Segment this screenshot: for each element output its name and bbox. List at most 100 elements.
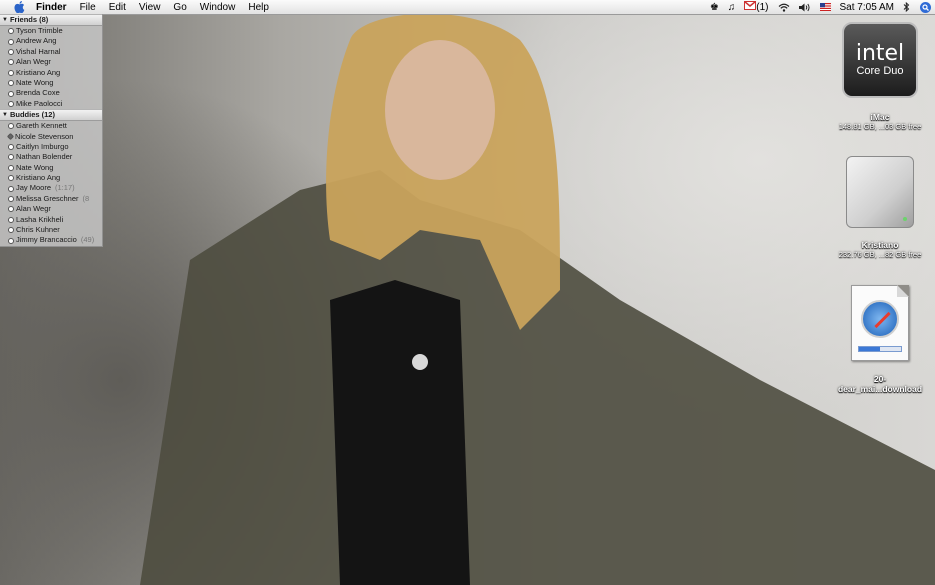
- buddy-row[interactable]: Gareth Kennett: [0, 121, 102, 131]
- buddy-name: Brenda Coxe: [16, 88, 60, 98]
- menu-window[interactable]: Window: [200, 2, 236, 13]
- buddy-name: Kristiano Ang: [16, 173, 61, 183]
- chess-icon[interactable]: ♚: [710, 2, 719, 13]
- disclosure-triangle-icon[interactable]: ▼: [2, 15, 8, 25]
- compass-icon: [861, 300, 899, 338]
- idle-time: (49): [80, 235, 95, 245]
- desktop-icon-info: 148.81 GB, ...03 GB free: [838, 122, 922, 131]
- status-icon: [8, 100, 14, 107]
- buddy-row[interactable]: Chris Kuhner: [0, 225, 102, 235]
- buddy-row[interactable]: Jay Moore (1:17): [0, 183, 102, 193]
- status-icon: [8, 38, 14, 45]
- status-icon: [8, 59, 14, 66]
- music-note-icon[interactable]: ♫: [728, 2, 736, 13]
- apple-icon[interactable]: [12, 1, 26, 13]
- status-icon: [8, 48, 14, 55]
- chip-model: Core Duo: [856, 64, 904, 77]
- desktop-icon-info: 232.76 GB, ...82 GB free: [838, 250, 922, 259]
- desktop-icon-label-line2: dear_mai...download: [837, 384, 923, 394]
- status-icon: [8, 175, 14, 182]
- buddy-name: Jimmy Brancaccio: [16, 235, 77, 245]
- gmail-notifier[interactable]: (1): [744, 0, 769, 13]
- buddy-row[interactable]: Jimmy Brancaccio (49): [0, 235, 102, 245]
- menu-view[interactable]: View: [139, 2, 161, 13]
- buddy-row[interactable]: Andrew Ang: [0, 36, 102, 46]
- buddy-row[interactable]: Kristiano Ang: [0, 68, 102, 78]
- wifi-icon[interactable]: [778, 3, 790, 12]
- buddy-name: Kristiano Ang: [16, 67, 61, 77]
- mail-count: (1): [756, 1, 769, 13]
- buddy-row[interactable]: Lasha Krikheli: [0, 215, 102, 225]
- group-friends-header[interactable]: ▼ Friends (8): [0, 14, 102, 26]
- status-icon: [8, 237, 14, 244]
- status-icon: [8, 144, 14, 151]
- status-icon: [8, 69, 14, 76]
- status-icon: [8, 90, 14, 97]
- flag-icon[interactable]: [819, 3, 831, 11]
- buddy-name: Alan Wegr: [16, 57, 51, 67]
- status-icon: [6, 133, 15, 141]
- menu-bar: Finder File Edit View Go Window Help ♚ ♫…: [0, 0, 935, 15]
- desktop-icon-drive[interactable]: Kristiano 232.76 GB, ...82 GB free: [830, 156, 930, 259]
- friends-list: Tyson Trimble Andrew Ang Vishal Harnal Alan…: [0, 26, 102, 109]
- buddy-row[interactable]: Nate Wong: [0, 78, 102, 88]
- buddy-row[interactable]: Nate Wong: [0, 163, 102, 173]
- buddy-row[interactable]: Brenda Coxe: [0, 88, 102, 98]
- buddy-name: Nicole Stevenson: [15, 131, 74, 141]
- buddy-name: Mike Paolocci: [16, 98, 63, 108]
- buddy-name: Melissa Greschner: [16, 193, 79, 203]
- buddy-name: Lasha Krikheli: [16, 214, 64, 224]
- menu-extras: ♚ ♫ (1) Sat 7:05 AM: [701, 0, 931, 14]
- desktop-icon-label-line1: 20-: [873, 374, 887, 384]
- buddy-name: Tyson Trimble: [16, 26, 63, 35]
- intel-core-duo-icon: intel Core Duo: [842, 22, 918, 98]
- status-icon: [8, 216, 14, 223]
- buddy-row[interactable]: Kristiano Ang: [0, 173, 102, 183]
- disclosure-triangle-icon[interactable]: ▼: [2, 110, 8, 120]
- group-buddies-header[interactable]: ▼ Buddies (12): [0, 109, 102, 122]
- group-title: Buddies (12): [9, 110, 55, 120]
- buddy-name: Vishal Harnal: [16, 46, 61, 56]
- spotlight-icon[interactable]: [920, 1, 931, 13]
- buddy-row[interactable]: Alan Wegr: [0, 204, 102, 214]
- desktop-icon-download[interactable]: 20- dear_mai...download: [830, 285, 930, 394]
- buddy-row[interactable]: Alan Wegr: [0, 57, 102, 67]
- status-icon: [8, 80, 14, 87]
- status-icon: [8, 164, 14, 171]
- buddy-list-window: ▼ Friends (8) Tyson Trimble Andrew Ang Vis…: [0, 14, 103, 247]
- buddies-list: Gareth Kennett Nicole Stevenson Caitlyn Im…: [0, 121, 102, 246]
- buddy-name: Nate Wong: [16, 77, 54, 87]
- buddy-row[interactable]: Caitlyn Imburgo: [0, 142, 102, 152]
- buddy-name: Andrew Ang: [16, 36, 57, 46]
- status-icon: [8, 154, 14, 161]
- buddy-row[interactable]: Mike Paolocci: [0, 99, 102, 109]
- menu-help[interactable]: Help: [248, 2, 269, 13]
- status-icon: [8, 206, 14, 213]
- menu-file[interactable]: File: [80, 2, 96, 13]
- idle-time: (1:17): [55, 183, 75, 193]
- buddy-row[interactable]: Tyson Trimble: [0, 26, 102, 36]
- clock[interactable]: Sat 7:05 AM: [840, 2, 894, 13]
- buddy-row[interactable]: Melissa Greschner (8: [0, 194, 102, 204]
- hard-drive-icon: [846, 156, 914, 228]
- safari-download-icon: [851, 285, 909, 361]
- drive-led: [903, 217, 907, 221]
- buddy-name: Alan Wegr: [16, 204, 51, 214]
- status-icon: [8, 185, 14, 192]
- buddy-row[interactable]: Vishal Harnal: [0, 47, 102, 57]
- menu-edit[interactable]: Edit: [109, 2, 126, 13]
- buddy-row[interactable]: Nathan Bolender: [0, 152, 102, 162]
- chip-brand: intel: [855, 40, 905, 66]
- volume-icon[interactable]: [798, 3, 811, 12]
- desktop-icon-imac[interactable]: intel Core Duo iMac 148.81 GB, ...03 GB …: [830, 22, 930, 131]
- buddy-row[interactable]: Nicole Stevenson: [0, 132, 102, 142]
- buddy-name: Caitlyn Imburgo: [16, 141, 69, 151]
- bluetooth-icon[interactable]: [903, 2, 910, 12]
- menu-app-finder[interactable]: Finder: [36, 2, 67, 13]
- desktop-icon-label: iMac: [870, 112, 890, 122]
- status-icon: [8, 227, 14, 234]
- desktop-icon-label: Kristiano: [861, 240, 899, 250]
- status-icon: [8, 123, 14, 130]
- status-icon: [8, 196, 14, 203]
- menu-go[interactable]: Go: [173, 2, 186, 13]
